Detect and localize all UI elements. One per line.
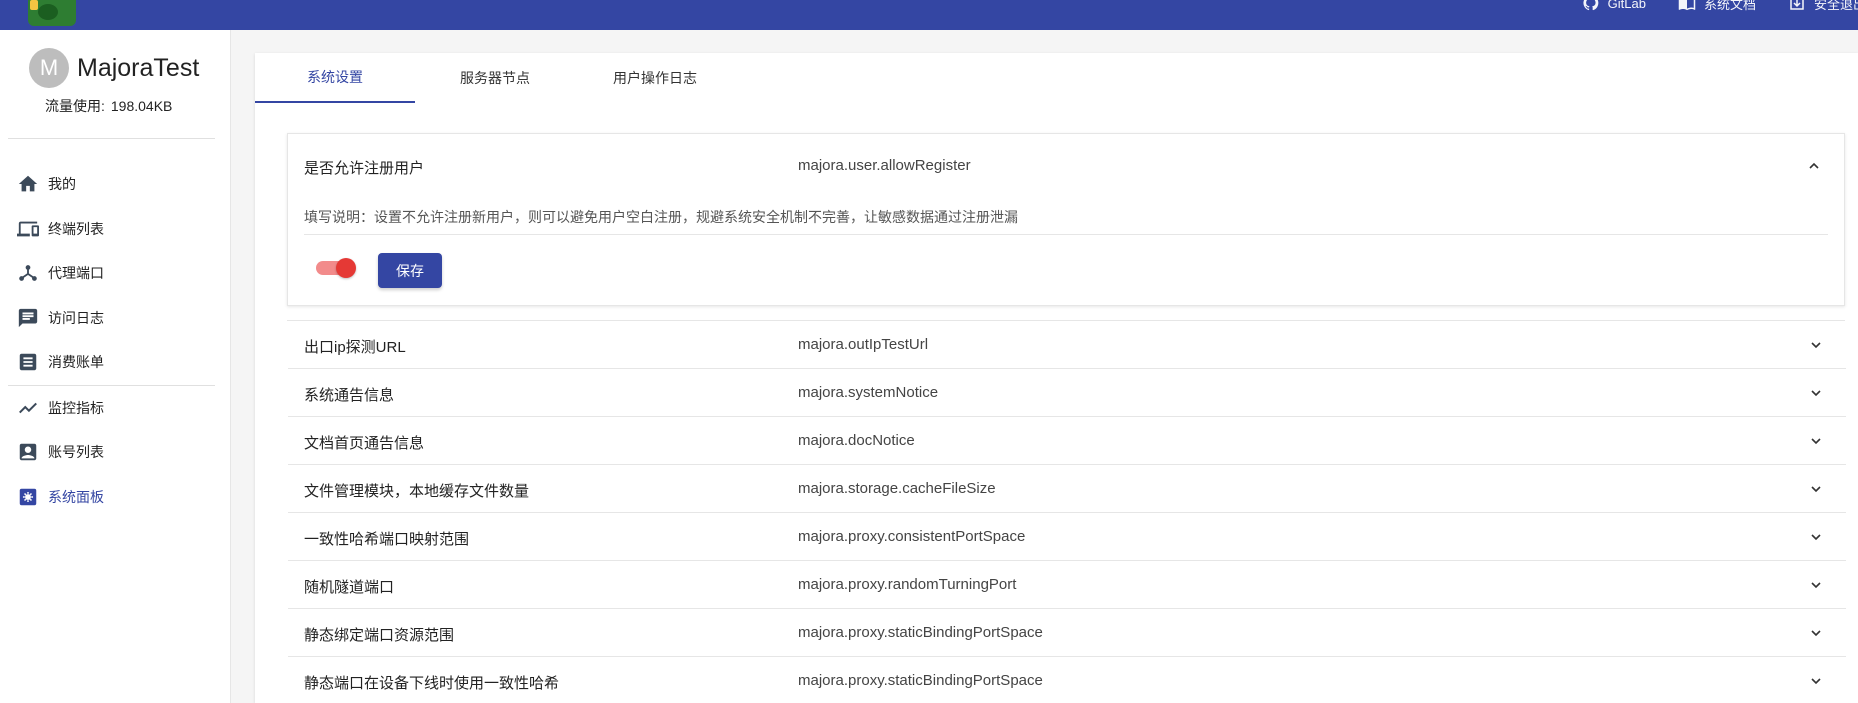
sidebar-item-label: 访问日志 xyxy=(48,310,104,326)
setting-key: majora.storage.cacheFileSize xyxy=(798,480,996,497)
sidebar-item-access-log[interactable]: 访问日志 xyxy=(0,298,231,338)
allow-register-toggle[interactable] xyxy=(316,258,356,278)
chevron-down-icon[interactable] xyxy=(1806,479,1826,499)
setting-row[interactable]: 文件管理模块，本地缓存文件数量 majora.storage.cacheFile… xyxy=(288,465,1846,513)
chevron-down-icon[interactable] xyxy=(1806,431,1826,451)
sidebar-item-billing[interactable]: 消费账单 xyxy=(0,342,231,382)
sidebar: M MajoraTest 流量使用: 198.04KB 我的 终端列表 代理端口 … xyxy=(0,30,231,703)
logout-icon xyxy=(1786,0,1808,12)
sidebar-item-label: 消费账单 xyxy=(48,354,104,370)
sidebar-item-system-panel[interactable]: 系统面板 xyxy=(0,477,231,517)
list-icon xyxy=(17,351,39,373)
network-icon xyxy=(17,262,39,284)
gitlab-link-label: GitLab xyxy=(1607,0,1646,11)
logout-link-label: 安全退出 xyxy=(1813,0,1858,12)
docs-link-label: 系统文档 xyxy=(1703,0,1756,12)
collapsed-settings: 出口ip探测URL majora.outIpTestUrl 系统通告信息 maj… xyxy=(287,320,1846,703)
traffic-label: 流量使用: xyxy=(45,98,105,114)
message-icon xyxy=(17,307,39,329)
traffic-value: 198.04KB xyxy=(110,98,173,114)
setting-title: 文件管理模块，本地缓存文件数量 xyxy=(304,483,530,500)
setting-title: 文档首页通告信息 xyxy=(304,435,425,452)
tab-server-nodes[interactable]: 服务器节点 xyxy=(415,53,575,103)
chevron-down-icon[interactable] xyxy=(1806,383,1826,403)
chevron-down-icon[interactable] xyxy=(1806,527,1826,547)
docs-link[interactable]: 系统文档 xyxy=(1676,0,1756,12)
sidebar-item-label: 系统面板 xyxy=(48,489,104,505)
setting-panel-expanded: 是否允许注册用户 majora.user.allowRegister 填写说明：… xyxy=(287,133,1845,306)
chevron-down-icon[interactable] xyxy=(1806,623,1826,643)
setting-description: 填写说明：设置不允许注册新用户，则可以避免用户空白注册，规避系统安全机制不完善，… xyxy=(304,209,1018,225)
devices-icon xyxy=(17,218,39,240)
chevron-down-icon[interactable] xyxy=(1806,335,1826,355)
setting-title: 是否允许注册用户 xyxy=(304,160,425,177)
setting-key: majora.user.allowRegister xyxy=(798,157,971,174)
setting-title: 静态绑定端口资源范围 xyxy=(304,627,455,644)
chevron-down-icon[interactable] xyxy=(1806,671,1826,691)
setting-title: 系统通告信息 xyxy=(304,387,395,404)
description-divider xyxy=(304,234,1828,235)
setting-row[interactable]: 静态端口在设备下线时使用一致性哈希 majora.proxy.staticBin… xyxy=(288,657,1846,703)
tab-user-operation-log[interactable]: 用户操作日志 xyxy=(575,53,735,103)
setting-row[interactable]: 出口ip探测URL majora.outIpTestUrl xyxy=(288,321,1846,369)
setting-row[interactable]: 系统通告信息 majora.systemNotice xyxy=(288,369,1846,417)
sidebar-item-label: 代理端口 xyxy=(48,265,104,281)
setting-title: 随机隧道端口 xyxy=(304,579,395,596)
setting-row[interactable]: 文档首页通告信息 majora.docNotice xyxy=(288,417,1846,465)
setting-row[interactable]: 随机隧道端口 majora.proxy.randomTurningPort xyxy=(288,561,1846,609)
gitlab-link[interactable]: GitLab xyxy=(1580,0,1646,12)
sidebar-item-accounts[interactable]: 账号列表 xyxy=(0,432,231,472)
setting-key: majora.proxy.staticBindingPortSpace xyxy=(798,624,1043,641)
account-box-icon xyxy=(17,441,39,463)
user-profile: M MajoraTest xyxy=(29,48,199,88)
sidebar-item-label: 监控指标 xyxy=(48,400,104,416)
setting-key: majora.proxy.randomTurningPort xyxy=(798,576,1017,593)
username: MajoraTest xyxy=(77,53,200,82)
sidebar-item-label: 终端列表 xyxy=(48,221,104,237)
chevron-up-icon[interactable] xyxy=(1804,156,1824,176)
tab-system-settings[interactable]: 系统设置 xyxy=(255,53,415,103)
settings-panel-icon xyxy=(17,486,39,508)
top-app-bar: GitLab 系统文档 安全退出 xyxy=(0,0,1858,30)
setting-key: majora.outIpTestUrl xyxy=(798,336,929,353)
sidebar-item-label: 我的 xyxy=(48,176,76,192)
setting-title: 一致性哈希端口映射范围 xyxy=(304,531,470,548)
traffic-usage: 流量使用: 198.04KB xyxy=(45,96,172,116)
tab-bar: 系统设置 服务器节点 用户操作日志 xyxy=(255,53,1858,103)
trending-icon xyxy=(17,397,39,419)
setting-row[interactable]: 一致性哈希端口映射范围 majora.proxy.consistentPortS… xyxy=(288,513,1846,561)
setting-key: majora.systemNotice xyxy=(798,384,939,401)
app-logo[interactable] xyxy=(28,0,76,26)
logout-link[interactable]: 安全退出 xyxy=(1786,0,1858,12)
main-card: 系统设置 服务器节点 用户操作日志 是否允许注册用户 majora.user.a… xyxy=(255,53,1858,703)
save-button[interactable]: 保存 xyxy=(378,253,442,288)
sidebar-divider xyxy=(8,138,215,139)
setting-row[interactable]: 静态绑定端口资源范围 majora.proxy.staticBindingPor… xyxy=(288,609,1846,657)
book-icon xyxy=(1676,0,1698,12)
top-links: GitLab 系统文档 安全退出 xyxy=(1580,0,1858,12)
home-icon xyxy=(17,173,39,195)
setting-key: majora.proxy.consistentPortSpace xyxy=(798,528,1026,545)
sidebar-item-label: 账号列表 xyxy=(48,444,104,460)
sidebar-item-monitoring[interactable]: 监控指标 xyxy=(0,388,231,428)
sidebar-item-mine[interactable]: 我的 xyxy=(0,164,231,204)
chevron-down-icon[interactable] xyxy=(1806,575,1826,595)
sidebar-item-proxy-ports[interactable]: 代理端口 xyxy=(0,253,231,293)
setting-title: 出口ip探测URL xyxy=(304,339,406,356)
sidebar-divider xyxy=(8,385,215,386)
setting-key: majora.proxy.staticBindingPortSpace xyxy=(798,672,1043,689)
setting-key: majora.docNotice xyxy=(798,432,915,449)
sidebar-item-terminals[interactable]: 终端列表 xyxy=(0,209,231,249)
setting-title: 静态端口在设备下线时使用一致性哈希 xyxy=(304,675,560,692)
github-icon xyxy=(1580,0,1602,12)
avatar[interactable]: M xyxy=(29,48,69,88)
